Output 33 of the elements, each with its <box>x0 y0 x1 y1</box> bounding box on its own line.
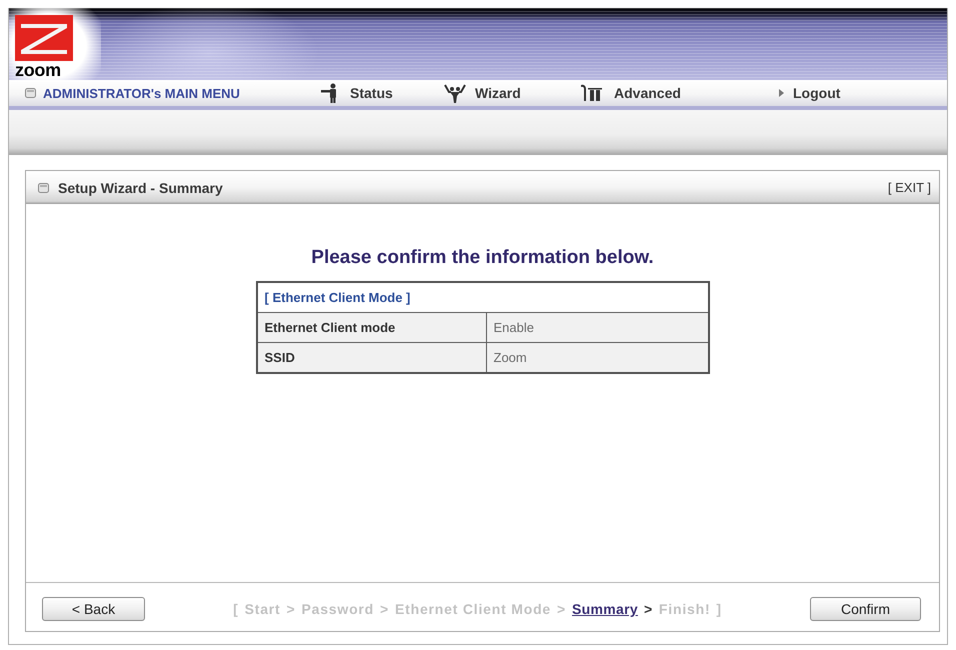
table-cell: Enable <box>486 312 708 342</box>
confirm-heading: Please confirm the information below. <box>311 246 654 269</box>
exit-link[interactable]: [ EXIT ] <box>888 180 931 195</box>
panel-title: Setup Wizard - Summary <box>58 180 223 196</box>
menu-title: ADMINISTRATOR's MAIN MENU <box>43 86 240 100</box>
step-separator: > <box>644 601 653 617</box>
wizard-step: Finish! <box>658 601 710 617</box>
confirm-button[interactable]: Confirm <box>810 597 921 621</box>
wizard-step: Ethernet Client Mode <box>395 601 552 617</box>
wizard-step: Summary <box>572 601 638 617</box>
table-cell: Ethernet Client mode <box>256 312 486 342</box>
wizard-step: Start <box>244 601 280 617</box>
table-cell: Zoom <box>486 342 708 373</box>
menu-link[interactable]: Status <box>319 83 393 103</box>
logo-text: zoom <box>15 62 61 78</box>
wizard-step: Password <box>301 601 374 617</box>
people-icon <box>444 83 466 103</box>
step-separator: > <box>380 601 390 617</box>
table-section-header: [ Ethernet Client Mode ] <box>256 282 708 312</box>
back-button[interactable]: < Back <box>42 597 145 621</box>
step-separator: > <box>557 601 566 617</box>
menu-link[interactable]: Logout <box>774 85 840 101</box>
table-cell: SSID <box>256 342 486 373</box>
z-logo-icon <box>15 15 73 61</box>
square-icon <box>38 182 49 192</box>
caret-icon <box>779 89 784 97</box>
bracket: ] <box>716 601 722 617</box>
menu-link[interactable]: Advanced <box>579 84 681 102</box>
bracket: [ <box>233 601 239 617</box>
step-separator: > <box>286 601 296 617</box>
square-icon <box>25 88 36 98</box>
menu-link[interactable]: Wizard <box>444 83 521 103</box>
bars-icon <box>579 84 605 102</box>
